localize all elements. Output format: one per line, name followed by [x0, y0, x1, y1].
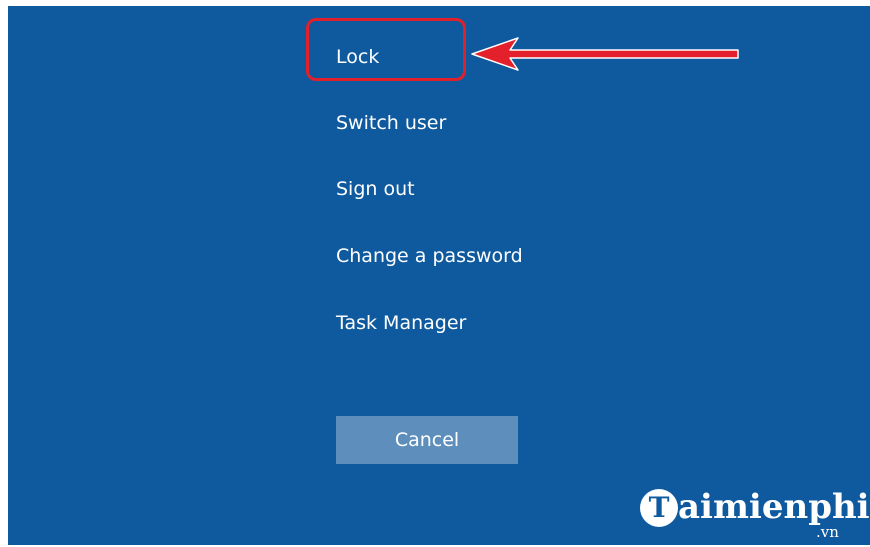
watermark-suffix: .vn [816, 523, 839, 541]
cancel-button[interactable]: Cancel [336, 416, 518, 464]
ctrl-alt-del-screen: Lock Switch user Sign out Change a passw… [8, 6, 870, 545]
task-manager-option[interactable]: Task Manager [336, 311, 466, 335]
lock-highlight-box [306, 18, 466, 81]
change-password-option[interactable]: Change a password [336, 244, 523, 268]
sign-out-option[interactable]: Sign out [336, 177, 415, 201]
red-arrow-annotation [471, 37, 739, 71]
switch-user-option[interactable]: Switch user [336, 111, 446, 135]
watermark-logo: T aimienphi .vn [640, 485, 870, 543]
watermark-brand: aimienphi [678, 487, 870, 527]
watermark-badge-icon: T [640, 489, 678, 527]
